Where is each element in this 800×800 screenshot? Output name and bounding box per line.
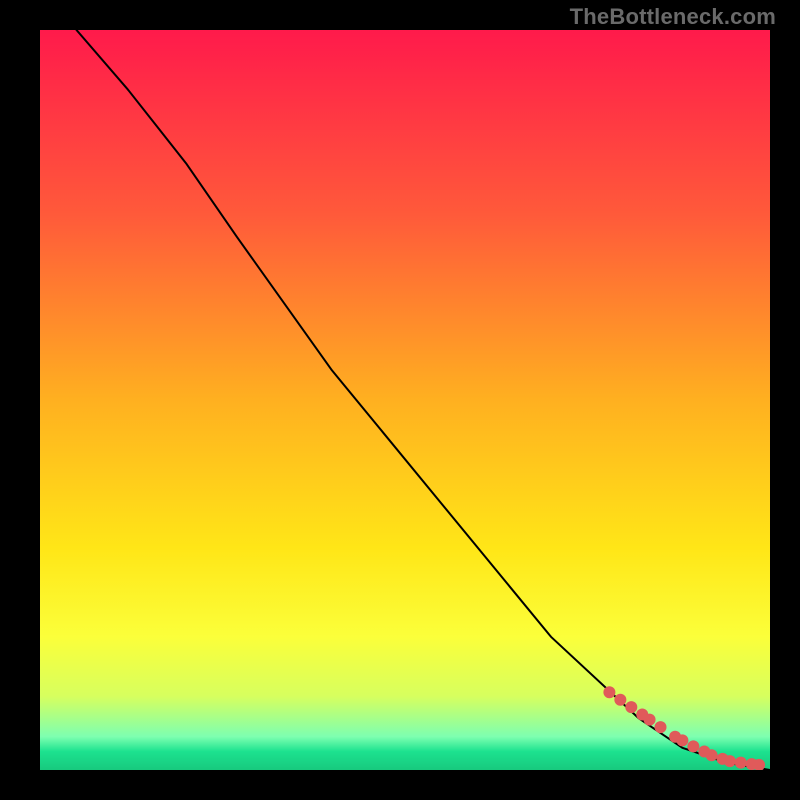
scatter-point <box>676 734 688 746</box>
chart-container: TheBottleneck.com <box>0 0 800 800</box>
scatter-point <box>625 701 637 713</box>
scatter-point <box>706 749 718 761</box>
plot-area <box>40 30 770 770</box>
scatter-point <box>724 755 736 767</box>
scatter-point <box>655 721 667 733</box>
scatter-point <box>735 757 747 769</box>
scatter-point <box>687 740 699 752</box>
watermark-label: TheBottleneck.com <box>570 4 776 30</box>
chart-svg <box>40 30 770 770</box>
gradient-background <box>40 30 770 770</box>
scatter-point <box>614 694 626 706</box>
scatter-point <box>603 686 615 698</box>
scatter-point <box>644 714 656 726</box>
